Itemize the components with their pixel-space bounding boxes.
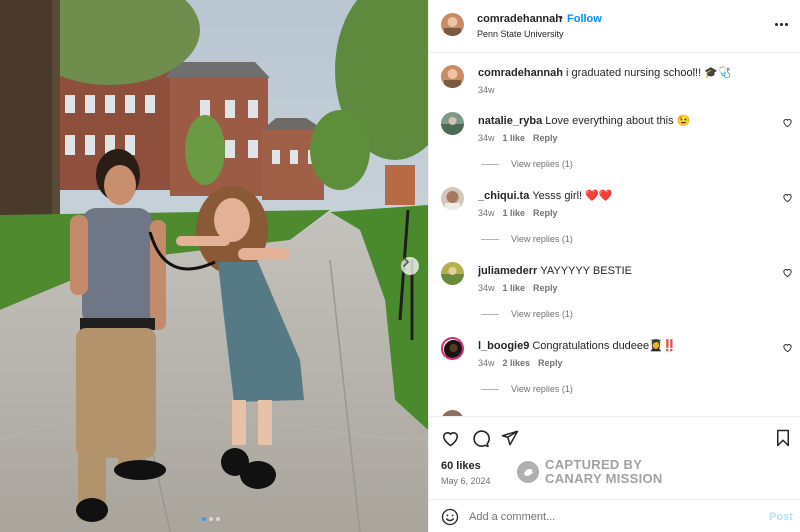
- comment-meta: 34w 1 like Reply: [478, 133, 558, 143]
- comment-meta: 34w 1 like Reply: [478, 208, 558, 218]
- comment-input[interactable]: [469, 508, 749, 526]
- watermark-text: CAPTURED BY CANARY MISSION: [545, 458, 663, 486]
- watermark: CAPTURED BY CANARY MISSION: [517, 458, 663, 486]
- comment-body: natalie_ryba Love everything about this 😉: [478, 114, 768, 128]
- replies-line: [481, 388, 499, 390]
- comment-time[interactable]: 34w: [478, 133, 495, 143]
- comment-likes[interactable]: 2 likes: [503, 358, 531, 368]
- reply-button[interactable]: Reply: [533, 133, 558, 143]
- comment-item: l_boogie9 Congratulations dudeee👩‍🎓‼️ 34w…: [429, 337, 800, 412]
- comment-item: juliamederr YAYYYYY BESTIE 34w 1 like Rep…: [429, 262, 800, 337]
- comment-meta: 34w 2 likes Reply: [478, 358, 563, 368]
- photo-image: [0, 0, 428, 532]
- comment-text: Yesss girl! ❤️❤️: [532, 190, 613, 202]
- chevron-right-icon: [403, 257, 410, 267]
- replies-line: [481, 238, 499, 240]
- like-comment-heart-icon[interactable]: [782, 267, 793, 278]
- watermark-line1: CAPTURED BY: [545, 457, 643, 472]
- author-username[interactable]: comradehannah: [477, 13, 562, 25]
- comment-text: YAYYYYY BESTIE: [540, 265, 633, 277]
- caption-username[interactable]: comradehannah: [478, 67, 563, 79]
- like-count[interactable]: 60 likes: [441, 460, 481, 472]
- header-separator: •: [559, 12, 563, 24]
- post-sidebar: comradehannah • Follow Penn State Univer…: [428, 0, 800, 532]
- comment-item: _chiqui.ta Yesss girl! ❤️❤️ 34w 1 like Re…: [429, 187, 800, 262]
- reply-button[interactable]: Reply: [533, 208, 558, 218]
- post-photo[interactable]: [0, 0, 428, 532]
- view-replies-button[interactable]: View replies (1): [481, 234, 573, 244]
- commenter-avatar[interactable]: [441, 187, 464, 210]
- reply-button[interactable]: Reply: [533, 283, 558, 293]
- more-dots-icon: [774, 22, 778, 26]
- author-avatar[interactable]: [441, 13, 464, 36]
- share-icon[interactable]: [501, 429, 519, 447]
- comment-time[interactable]: 34w: [478, 283, 495, 293]
- add-comment-bar: Post: [429, 499, 800, 532]
- caption: comradehannah i graduated nursing school…: [478, 66, 778, 80]
- comment-text: Love everything about this 😉: [545, 115, 691, 127]
- comment-likes[interactable]: 1 like: [503, 133, 526, 143]
- emoji-icon[interactable]: [441, 508, 459, 526]
- comment-likes[interactable]: 1 like: [503, 208, 526, 218]
- comment-username[interactable]: _chiqui.ta: [478, 190, 529, 202]
- view-replies-button[interactable]: View replies (1): [481, 159, 573, 169]
- carousel-next-button[interactable]: [401, 257, 419, 275]
- comment-username[interactable]: natalie_ryba: [478, 115, 542, 127]
- watermark-line2: CANARY MISSION: [545, 471, 663, 486]
- caption-timestamp[interactable]: 34w: [478, 85, 495, 95]
- view-replies-label: View replies (1): [511, 309, 573, 319]
- comments-section[interactable]: comradehannah i graduated nursing school…: [429, 54, 800, 416]
- like-comment-heart-icon[interactable]: [782, 192, 793, 203]
- reply-button[interactable]: Reply: [538, 358, 563, 368]
- comment-body: _chiqui.ta Yesss girl! ❤️❤️: [478, 189, 768, 203]
- follow-button[interactable]: Follow: [567, 13, 602, 25]
- post-date[interactable]: May 6, 2024: [441, 476, 491, 486]
- carousel-dot: [216, 517, 220, 521]
- comment-body: juliamederr YAYYYYY BESTIE: [478, 264, 768, 278]
- post-comment-button[interactable]: Post: [769, 511, 793, 523]
- like-comment-heart-icon[interactable]: [782, 117, 793, 128]
- comment-username[interactable]: juliamederr: [478, 265, 537, 277]
- carousel-indicator: [202, 517, 220, 521]
- view-replies-button[interactable]: View replies (1): [481, 384, 573, 394]
- view-replies-button[interactable]: View replies (1): [481, 309, 573, 319]
- like-comment-heart-icon[interactable]: [782, 342, 793, 353]
- post-actions: 60 likes May 6, 2024 CAPTURED BY CANARY …: [429, 416, 800, 532]
- replies-line: [481, 313, 499, 315]
- comment-icon[interactable]: [471, 429, 490, 448]
- comment-body: l_boogie9 Congratulations dudeee👩‍🎓‼️: [478, 339, 768, 353]
- post-location[interactable]: Penn State University: [477, 29, 564, 39]
- post-header: comradehannah • Follow Penn State Univer…: [429, 0, 800, 53]
- comment-meta: 34w 1 like Reply: [478, 283, 558, 293]
- caption-text: i graduated nursing school!! 🎓🩺: [566, 67, 732, 79]
- commenter-avatar-story[interactable]: [441, 337, 464, 360]
- comment-text: Congratulations dudeee👩‍🎓‼️: [532, 340, 677, 352]
- more-options-button[interactable]: [773, 17, 789, 31]
- commenter-avatar[interactable]: [441, 262, 464, 285]
- comment-likes[interactable]: 1 like: [503, 283, 526, 293]
- carousel-dot: [209, 517, 213, 521]
- comment-time[interactable]: 34w: [478, 208, 495, 218]
- comment-username[interactable]: l_boogie9: [478, 340, 529, 352]
- view-replies-label: View replies (1): [511, 159, 573, 169]
- heart-icon[interactable]: [441, 429, 460, 448]
- comment-item: natalie_ryba Love everything about this 😉…: [429, 112, 800, 187]
- replies-line: [481, 163, 499, 165]
- carousel-dot: [202, 517, 206, 521]
- caption-avatar[interactable]: [441, 65, 464, 88]
- commenter-avatar[interactable]: [441, 112, 464, 135]
- view-replies-label: View replies (1): [511, 234, 573, 244]
- canary-logo-icon: [517, 461, 539, 483]
- view-replies-label: View replies (1): [511, 384, 573, 394]
- comment-time[interactable]: 34w: [478, 358, 495, 368]
- bookmark-icon[interactable]: [775, 429, 791, 447]
